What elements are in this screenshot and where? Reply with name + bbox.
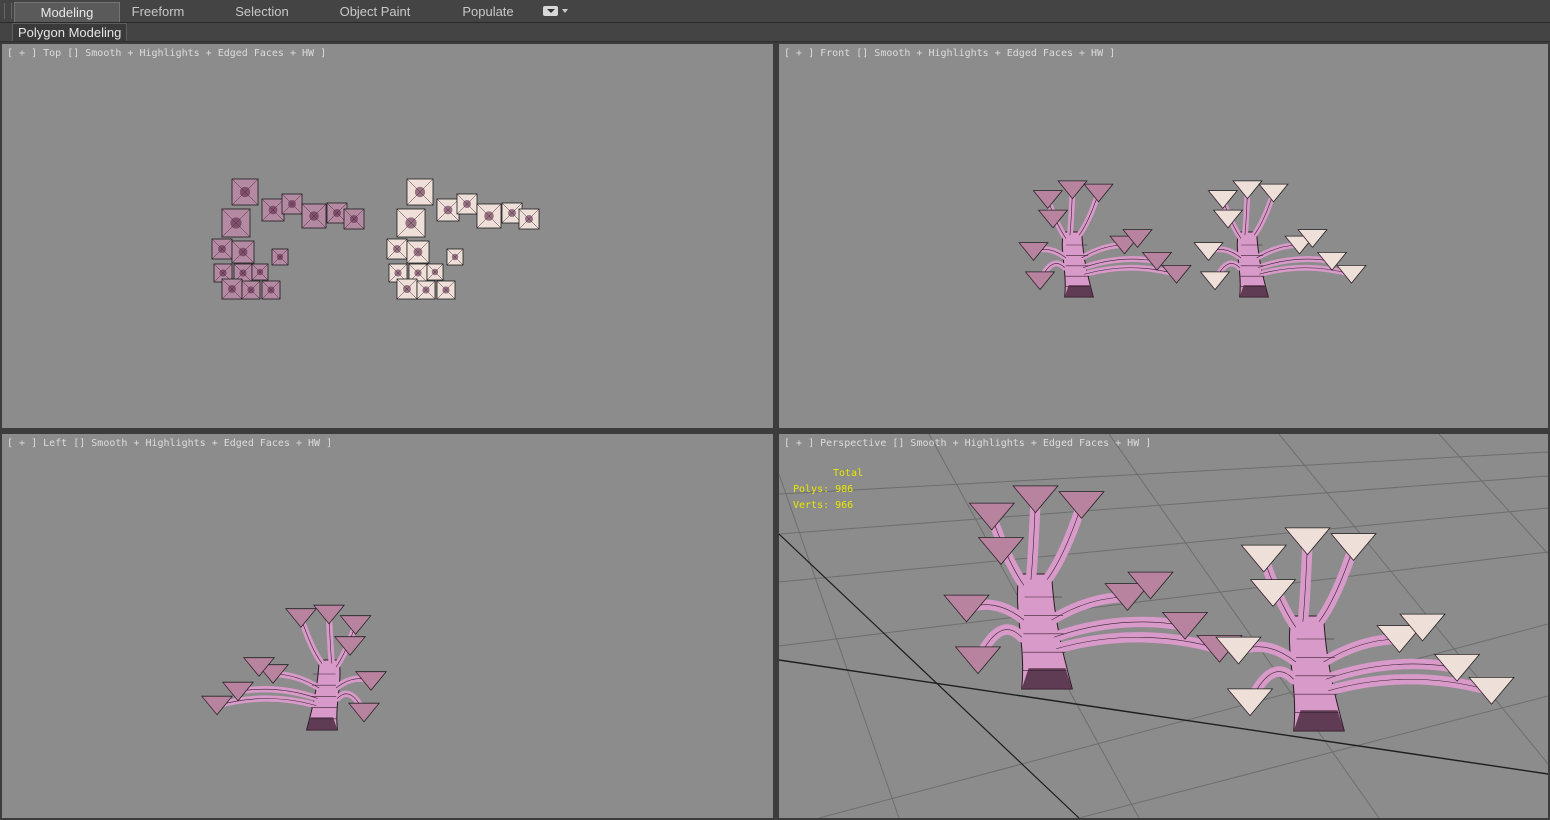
tab-modeling[interactable]: Modeling xyxy=(14,2,120,22)
tab-object-paint[interactable]: Object Paint xyxy=(330,2,420,21)
tree-mesh-front-1 xyxy=(1018,180,1192,298)
statistics-polys: Polys: 986 xyxy=(793,484,854,495)
viewport-left[interactable]: [ + ] Left [] Smooth + Highlights + Edge… xyxy=(0,432,775,820)
tree-mesh-top-2 xyxy=(386,178,540,300)
ribbon-options-dropdown-icon[interactable] xyxy=(543,5,569,17)
tree-mesh-perspective-1 xyxy=(943,485,1243,690)
tab-selection[interactable]: Selection xyxy=(222,2,302,21)
tree-mesh-front-2 xyxy=(1193,180,1367,298)
tab-freeform[interactable]: Freeform xyxy=(118,2,198,21)
top-view-scene xyxy=(211,178,540,300)
tree-mesh-top-1 xyxy=(211,178,365,300)
ribbon-panel: Polygon Modeling xyxy=(0,23,1550,42)
statistics-total-header: Total xyxy=(833,468,864,479)
ribbon-tab-bar: Modeling Freeform Selection Object Paint… xyxy=(0,0,1550,23)
tree-mesh-left xyxy=(200,604,388,731)
statistics-verts: Verts: 966 xyxy=(793,500,854,511)
front-view-scene xyxy=(1018,180,1367,298)
polygon-modeling-panel-button[interactable]: Polygon Modeling xyxy=(12,23,128,42)
tab-populate[interactable]: Populate xyxy=(448,2,528,21)
viewport-top[interactable]: [ + ] Top [] Smooth + Highlights + Edged… xyxy=(0,42,775,430)
viewport-perspective[interactable]: [ + ] Perspective [] Smooth + Highlights… xyxy=(777,432,1550,820)
left-view-scene xyxy=(200,604,388,731)
viewport-label-perspective[interactable]: [ + ] Perspective [] Smooth + Highlights… xyxy=(784,438,1151,449)
perspective-view-scene xyxy=(779,434,1548,818)
ribbon-grip-handle[interactable] xyxy=(4,3,12,19)
tree-mesh-perspective-2 xyxy=(1215,527,1515,732)
viewport-front[interactable]: [ + ] Front [] Smooth + Highlights + Edg… xyxy=(777,42,1550,430)
